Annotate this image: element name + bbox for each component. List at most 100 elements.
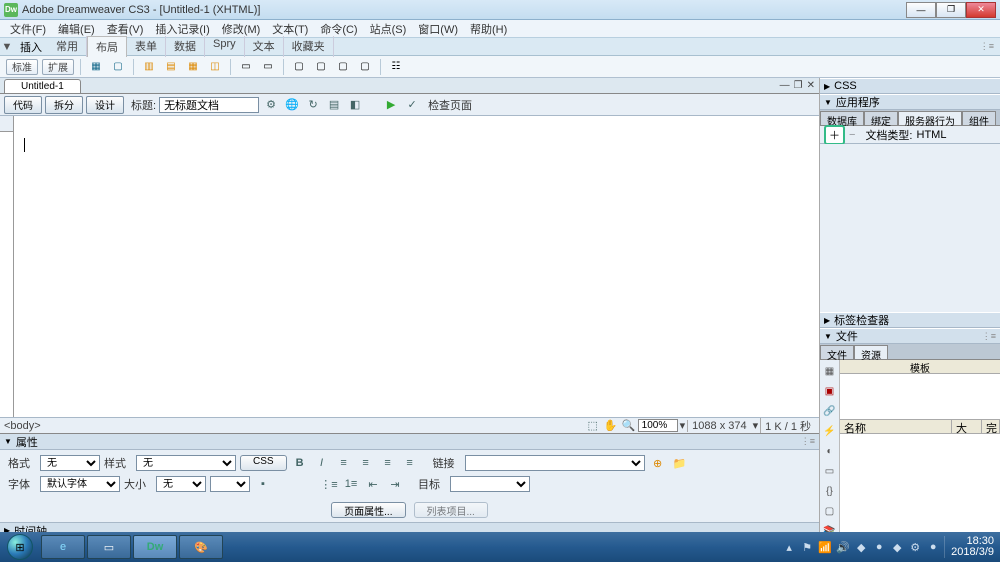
align-justify-icon[interactable]: ≡ xyxy=(401,454,419,472)
view-code-button[interactable]: 代码 xyxy=(4,96,42,114)
document-title-input[interactable] xyxy=(159,97,259,113)
view-design-button[interactable]: 设计 xyxy=(86,96,124,114)
doc-restore-icon[interactable]: ❐ xyxy=(794,80,803,91)
bold-icon[interactable]: B xyxy=(291,454,309,472)
remove-behavior-button[interactable]: − xyxy=(849,129,855,141)
properties-header[interactable]: ▼ 属性 ⋮≡ xyxy=(0,434,819,450)
indent-icon[interactable]: ⇥ xyxy=(386,475,404,493)
application-panel-header[interactable]: 应用程序 xyxy=(820,94,1000,110)
list-ol-icon[interactable]: 1≡ xyxy=(342,475,360,493)
insert-tab-common[interactable]: 常用 xyxy=(48,36,87,57)
tab-bindings[interactable]: 绑定 xyxy=(864,111,898,125)
files-panel-header[interactable]: 文件 ⋮≡ xyxy=(820,328,1000,344)
document-tab[interactable]: Untitled-1 xyxy=(4,79,81,93)
assets-list[interactable] xyxy=(840,434,1000,538)
insert-row-icon[interactable]: ▤ xyxy=(162,59,180,75)
movies-category-icon[interactable]: ▭ xyxy=(823,464,837,478)
images-category-icon[interactable]: ▦ xyxy=(823,364,837,378)
font-select[interactable]: 默认字体 xyxy=(40,476,120,492)
scripts-category-icon[interactable]: {} xyxy=(823,484,837,498)
select-tool-icon[interactable]: ⬚ xyxy=(584,417,602,435)
page-properties-button[interactable]: 页面属性... xyxy=(331,502,405,518)
insert-tab-text[interactable]: 文本 xyxy=(245,36,284,57)
colors-category-icon[interactable]: ▣ xyxy=(823,384,837,398)
layout-icon-4[interactable]: ▢ xyxy=(312,59,330,75)
design-canvas[interactable] xyxy=(14,132,819,417)
close-button[interactable]: ✕ xyxy=(966,2,996,18)
taskbar-item-notepad[interactable]: ▭ xyxy=(87,535,131,559)
toolbar-icon-1[interactable]: ⚙ xyxy=(262,96,280,114)
shockwave-category-icon[interactable]: ◐ xyxy=(823,444,837,458)
list-ul-icon[interactable]: ⋮≡ xyxy=(320,475,338,493)
tag-inspector-header[interactable]: 标签检查器 xyxy=(820,312,1000,328)
target-select[interactable] xyxy=(450,476,530,492)
mode-expanded-button[interactable]: 扩展 xyxy=(42,59,74,75)
tray-volume-icon[interactable]: 🔊 xyxy=(836,540,850,554)
tray-arrow-icon[interactable]: ▴ xyxy=(782,540,796,554)
link-select[interactable] xyxy=(465,455,645,471)
toolbar-icon-5[interactable]: ◧ xyxy=(346,96,364,114)
refresh-icon[interactable]: ↻ xyxy=(304,96,322,114)
browse-folder-icon[interactable]: 📁 xyxy=(671,454,689,472)
layout-icon-6[interactable]: ▢ xyxy=(356,59,374,75)
taskbar-item-paint[interactable]: 🎨 xyxy=(179,535,223,559)
menu-help[interactable]: 帮助(H) xyxy=(464,19,513,39)
start-button[interactable]: ⊞ xyxy=(0,532,40,562)
check-page-label[interactable]: 检查页面 xyxy=(428,97,472,113)
insert-tab-favorites[interactable]: 收藏夹 xyxy=(284,36,334,57)
insert-col-icon[interactable]: ▦ xyxy=(184,59,202,75)
text-color-icon[interactable]: ▪ xyxy=(254,475,272,493)
insert-tab-forms[interactable]: 表单 xyxy=(127,36,166,57)
view-split-button[interactable]: 拆分 xyxy=(45,96,83,114)
doc-close-icon[interactable]: ✕ xyxy=(807,80,815,91)
toolbar-icon-4[interactable]: ▤ xyxy=(325,96,343,114)
align-left-icon[interactable]: ≡ xyxy=(335,454,353,472)
tab-components[interactable]: 组件 xyxy=(962,111,996,125)
frames-icon[interactable]: ☷ xyxy=(387,59,405,75)
style-select[interactable]: 无 xyxy=(136,455,236,471)
insert-bar-expand-icon[interactable]: ▼ xyxy=(0,41,14,53)
tab-files[interactable]: 文件 xyxy=(820,345,854,359)
insert-table-icon[interactable]: ▥ xyxy=(140,59,158,75)
align-right-icon[interactable]: ≡ xyxy=(379,454,397,472)
menu-file[interactable]: 文件(F) xyxy=(4,19,52,39)
menu-window[interactable]: 窗口(W) xyxy=(412,19,464,39)
menu-site[interactable]: 站点(S) xyxy=(364,19,413,39)
add-behavior-button[interactable]: ＋ xyxy=(824,125,845,145)
tray-icon-generic[interactable]: ● xyxy=(926,540,940,554)
tray-icon-generic[interactable]: ● xyxy=(872,540,886,554)
insert-tab-layout[interactable]: 布局 xyxy=(87,36,127,57)
insert-apdiv-icon[interactable]: ▢ xyxy=(109,59,127,75)
doc-minimize-icon[interactable]: — xyxy=(780,80,790,91)
maximize-button[interactable]: ❐ xyxy=(936,2,966,18)
validate-icon[interactable]: ✓ xyxy=(403,96,421,114)
panel-menu-icon[interactable]: ⋮≡ xyxy=(982,331,996,342)
hand-tool-icon[interactable]: ✋ xyxy=(602,417,620,435)
minimize-button[interactable]: — xyxy=(906,2,936,18)
format-select[interactable]: 无 xyxy=(40,455,100,471)
layout-icon-3[interactable]: ▢ xyxy=(290,59,308,75)
tab-assets[interactable]: 资源 xyxy=(854,345,888,359)
italic-icon[interactable]: I xyxy=(313,454,331,472)
css-button[interactable]: CSS xyxy=(240,455,287,471)
layout-icon-2[interactable]: ▭ xyxy=(259,59,277,75)
insert-div-icon[interactable]: ▦ xyxy=(87,59,105,75)
tray-network-icon[interactable]: 📶 xyxy=(818,540,832,554)
globe-icon[interactable]: 🌐 xyxy=(283,96,301,114)
run-icon[interactable]: ▶ xyxy=(382,96,400,114)
insert-tab-spry[interactable]: Spry xyxy=(205,36,245,57)
insert-tab-data[interactable]: 数据 xyxy=(166,36,205,57)
insert-cell-icon[interactable]: ◫ xyxy=(206,59,224,75)
taskbar-item-dreamweaver[interactable]: Dw xyxy=(133,535,177,559)
mode-standard-button[interactable]: 标准 xyxy=(6,59,38,75)
taskbar-clock[interactable]: 18:30 2018/3/9 xyxy=(944,536,994,558)
point-to-file-icon[interactable]: ⊕ xyxy=(649,454,667,472)
panel-menu-icon[interactable]: ⋮≡ xyxy=(980,41,994,52)
tray-icon-generic[interactable]: ◆ xyxy=(890,540,904,554)
size-unit-select[interactable] xyxy=(210,476,250,492)
tray-icon-generic[interactable]: ⚙ xyxy=(908,540,922,554)
canvas-dimensions[interactable]: 1088 x 374 xyxy=(687,420,750,432)
outdent-icon[interactable]: ⇤ xyxy=(364,475,382,493)
zoom-tool-icon[interactable]: 🔍 xyxy=(620,417,638,435)
col-full[interactable]: 完 xyxy=(982,420,1000,433)
